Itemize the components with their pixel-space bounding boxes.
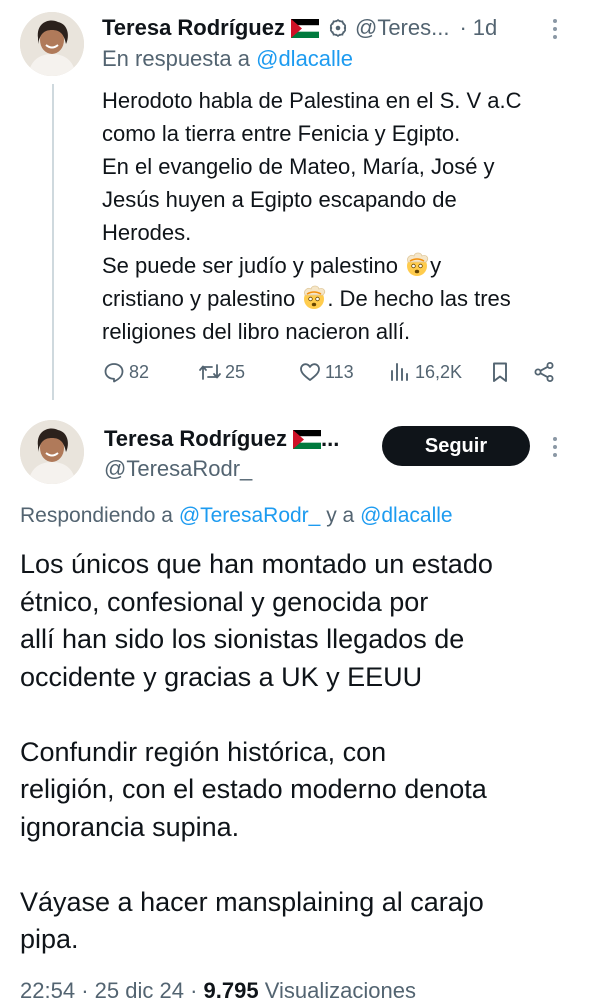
tweet-meta: 22:54 · 25 dic 24 · 9.795 Visualizacione… — [20, 978, 416, 1000]
text-line: ignorancia supina. — [20, 811, 240, 842]
text-line: pipa. — [20, 924, 79, 954]
text-line: Herodes. — [102, 220, 192, 245]
like-icon — [300, 363, 320, 381]
timestamp[interactable]: 1d — [473, 15, 497, 41]
separator: · — [81, 978, 89, 1000]
text-fragment: y — [430, 253, 442, 278]
bookmark-button[interactable] — [488, 356, 512, 388]
views-count: 9.795 — [203, 978, 259, 1000]
text-line: étnico, confesional y genocida por — [20, 586, 429, 617]
share-button[interactable] — [532, 356, 556, 388]
text-line: Jesús huyen a Egipto escapando de — [102, 187, 457, 212]
in-reply-to: En respuesta a @dlacalle — [102, 46, 353, 72]
views-button[interactable]: 16,2K — [388, 356, 462, 388]
author-handle[interactable]: @Teres... — [355, 15, 449, 41]
share-icon — [534, 362, 554, 382]
text-line: Confundir región histórica, con — [20, 736, 387, 767]
mention-link[interactable]: @dlacalle — [360, 504, 453, 527]
text-line: occidente y gracias a UK y EEUU — [20, 661, 423, 692]
reply-icon — [104, 363, 124, 383]
separator: · — [190, 978, 198, 1000]
repost-icon — [199, 364, 221, 380]
verified-icon — [329, 18, 347, 38]
text-line: religión, con el estado moderno denota — [20, 774, 487, 804]
name-ellipsis: ... — [320, 426, 340, 451]
author-name[interactable]: Teresa Rodríguez — [102, 15, 285, 41]
text-line: allí han sido los sionistas llegados de — [20, 624, 465, 654]
text-fragment: cristiano y palestino — [102, 286, 302, 311]
follow-button[interactable]: Seguir — [382, 426, 530, 466]
views-count: 16,2K — [415, 361, 463, 382]
more-icon[interactable] — [543, 14, 567, 44]
palestine-flag-icon — [290, 18, 319, 38]
tweet-time[interactable]: 22:54 — [20, 978, 75, 1000]
text-line: como la tierra entre Fenicia y Egipto. — [102, 121, 461, 146]
palestine-flag-icon — [292, 429, 321, 449]
text-line: religiones del libro nacieron allí. — [102, 319, 411, 344]
tweet-text: Los únicos que han montado un estado étn… — [20, 546, 580, 959]
text-line: Váyase a hacer mansplaining al carajo — [20, 886, 484, 917]
text-fragment: . De hecho las tres — [327, 286, 511, 311]
avatar[interactable] — [20, 12, 84, 76]
tweet-actions: 82 25 113 16,2K — [102, 356, 572, 388]
bookmark-icon — [493, 362, 507, 382]
author-handle[interactable]: @TeresaRodr_ — [104, 456, 252, 482]
text-line: cristiano y palestino . De hecho las tre… — [102, 282, 582, 315]
reply-tweet[interactable]: Teresa Rodríguez @Teres... · 1d En respu… — [0, 0, 589, 400]
tweet-date[interactable]: 25 dic 24 — [95, 978, 184, 1000]
thread-line — [52, 84, 54, 400]
tweet-text: Herodoto habla de Palestina en el S. V a… — [102, 84, 582, 348]
exploding-head-emoji — [304, 285, 326, 309]
views-label: Visualizaciones — [264, 978, 416, 1000]
text-line: En el evangelio de Mateo, María, José y — [102, 154, 495, 179]
replying-prefix: Respondiendo a — [20, 504, 173, 527]
more-icon[interactable] — [543, 432, 567, 462]
repost-button[interactable]: 25 — [198, 356, 245, 388]
reply-count: 82 — [129, 361, 150, 382]
mention-link[interactable]: @dlacalle — [256, 46, 353, 71]
views-icon — [391, 363, 408, 381]
text-line: Se puede ser judío y palestino y — [102, 249, 582, 282]
text-fragment: Se puede ser judío y palestino — [102, 253, 405, 278]
replying-conj: y a — [326, 504, 355, 527]
like-button[interactable]: 113 — [298, 356, 354, 388]
author-name[interactable]: Teresa Rodríguez — [104, 426, 287, 452]
text-line: Los únicos que han montado un estado — [20, 549, 493, 579]
in-reply-prefix: En respuesta a — [102, 46, 250, 71]
author-name-row[interactable]: Teresa Rodríguez ... — [104, 424, 339, 454]
replying-to: Respondiendo a @TeresaRodr_ y a @dlacall… — [20, 504, 453, 528]
mention-link[interactable]: @TeresaRodr_ — [179, 504, 321, 527]
text-line: Herodoto habla de Palestina en el S. V a… — [102, 88, 522, 113]
avatar[interactable] — [20, 420, 84, 484]
exploding-head-emoji — [407, 252, 429, 276]
like-count: 113 — [325, 361, 354, 382]
reply-button[interactable]: 82 — [102, 356, 149, 388]
separator: · — [459, 15, 467, 40]
repost-count: 25 — [225, 361, 246, 382]
